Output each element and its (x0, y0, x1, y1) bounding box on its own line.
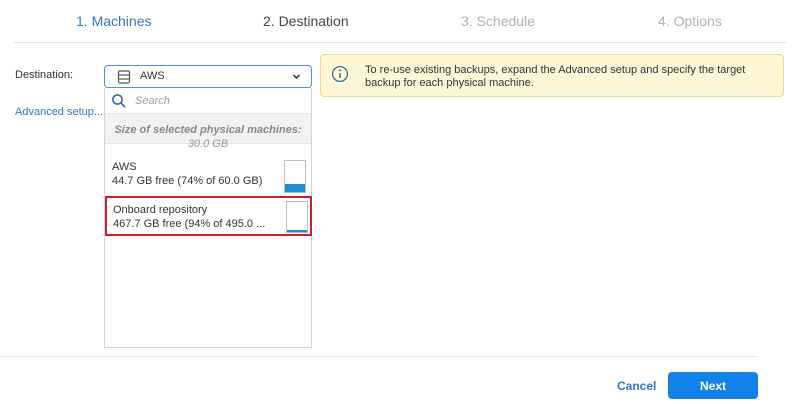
option-name: Onboard repository (113, 204, 208, 216)
next-button[interactable]: Next (668, 372, 758, 399)
selected-size-summary: Size of selected physical machines: 30.0… (105, 114, 311, 150)
destination-option-aws[interactable]: AWS 44.7 GB free (74% of 60.0 GB) (105, 158, 311, 198)
option-free-space: 44.7 GB free (74% of 60.0 GB) (112, 175, 263, 187)
storage-gauge (286, 201, 308, 233)
step-machines[interactable]: 1. Machines (76, 13, 151, 29)
search-input[interactable] (135, 92, 305, 110)
storage-gauge-fill (287, 230, 307, 232)
destination-select[interactable]: AWS (104, 65, 312, 88)
info-icon (331, 65, 349, 83)
option-free-space: 467.7 GB free (94% of 495.0 ... (113, 218, 266, 230)
step-destination: 2. Destination (263, 13, 349, 29)
cancel-button[interactable]: Cancel (617, 379, 656, 393)
step-options: 4. Options (658, 13, 722, 29)
dropdown-search (105, 88, 311, 114)
advanced-setup-link[interactable]: Advanced setup... (15, 106, 103, 118)
selected-destination: AWS (140, 70, 165, 82)
info-banner: To re-use existing backups, expand the A… (320, 54, 784, 97)
info-message: To re-use existing backups, expand the A… (365, 64, 746, 89)
steps-divider (14, 42, 786, 43)
database-icon (117, 70, 131, 84)
storage-gauge (284, 160, 306, 193)
search-icon (112, 94, 126, 108)
destination-option-onboard-repository[interactable]: Onboard repository 467.7 GB free (94% of… (105, 196, 312, 236)
footer-divider (0, 356, 757, 357)
size-summary-title: Size of selected physical machines: (114, 124, 302, 136)
chevron-down-icon (292, 74, 301, 80)
wizard-steps: 1. Machines 2. Destination 3. Schedule 4… (0, 0, 800, 42)
destination-label: Destination: (15, 69, 74, 81)
size-summary-value: 30.0 GB (187, 138, 229, 150)
destination-dropdown: Size of selected physical machines: 30.0… (104, 88, 312, 348)
step-schedule: 3. Schedule (461, 13, 535, 29)
option-name: AWS (112, 161, 137, 173)
storage-gauge-fill (285, 183, 305, 192)
